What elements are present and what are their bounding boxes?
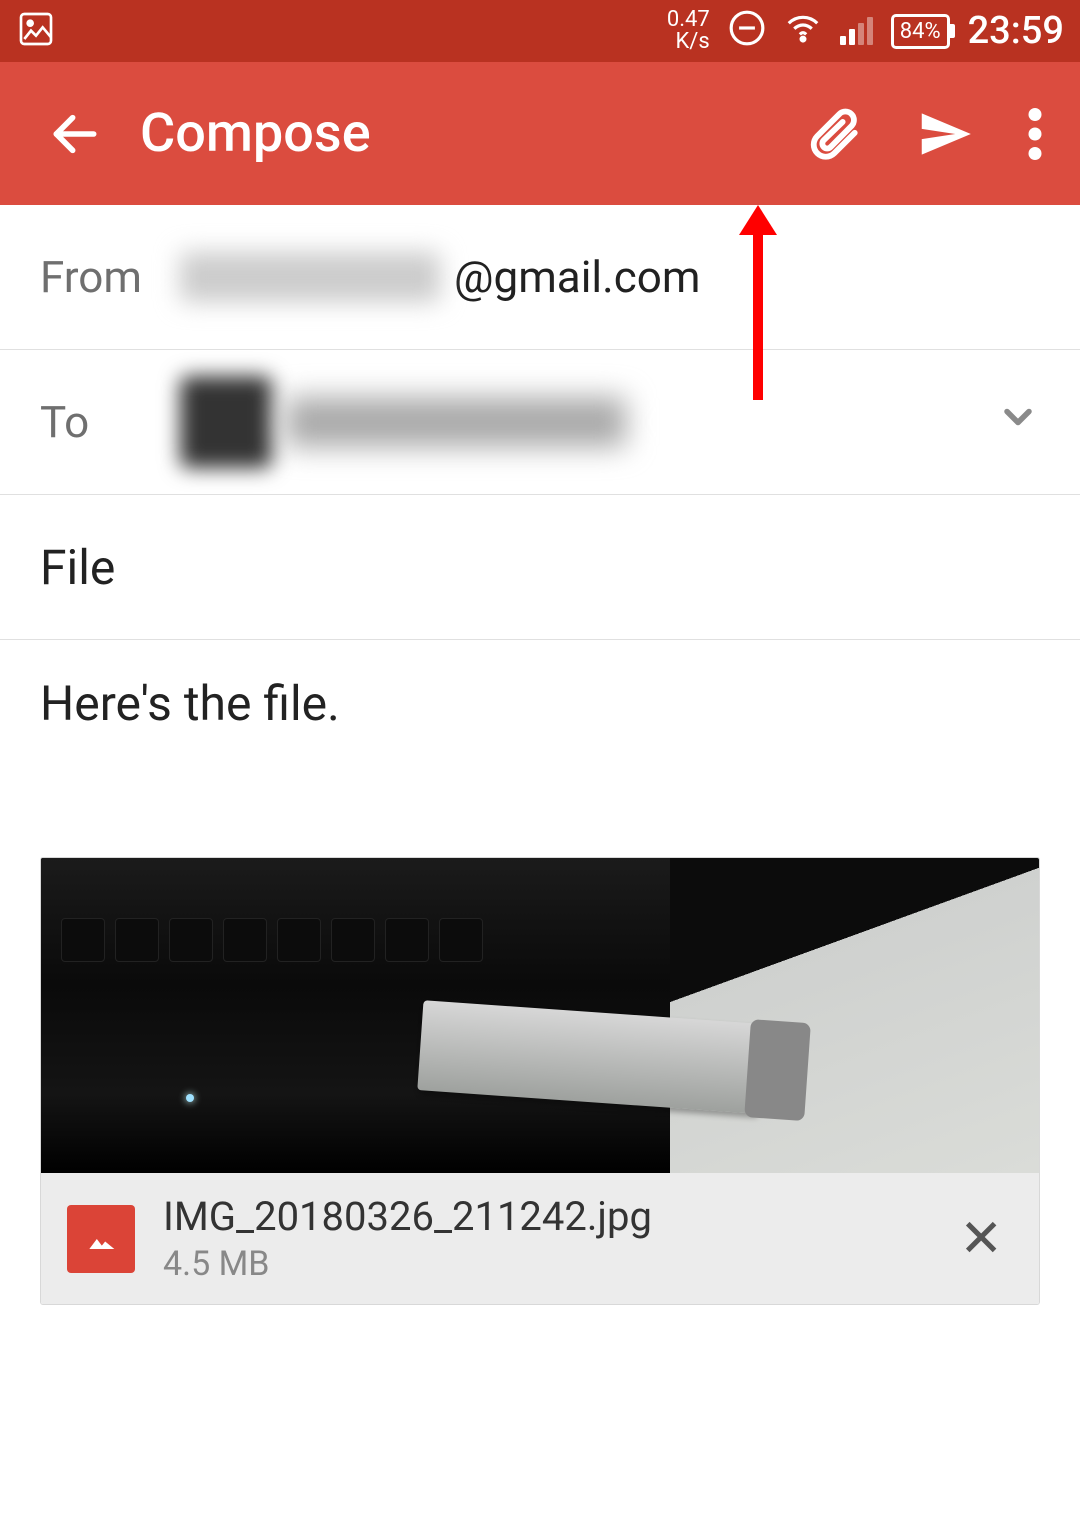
from-user-redacted <box>180 252 440 302</box>
send-button[interactable] <box>914 103 976 165</box>
net-speed-unit: K/s <box>667 31 710 53</box>
image-notification-icon <box>16 9 56 53</box>
status-bar: 0.47 K/s 84% 23:59 <box>0 0 1080 62</box>
attachment-filename: IMG_20180326_211242.jpg <box>163 1193 921 1240</box>
dnd-icon <box>728 9 766 54</box>
from-row[interactable]: From @gmail.com <box>0 205 1080 350</box>
attachment-size: 4.5 MB <box>163 1244 921 1284</box>
attach-button[interactable] <box>804 105 862 163</box>
recipient-avatar-redacted <box>180 376 272 468</box>
battery-level: 84% <box>900 19 941 44</box>
body-field[interactable]: Here's the file. <box>0 640 1080 767</box>
recipient-name-redacted <box>286 397 626 447</box>
wifi-icon <box>784 9 822 54</box>
back-button[interactable] <box>20 106 130 162</box>
to-label: To <box>40 396 180 448</box>
remove-attachment-button[interactable]: ✕ <box>949 1208 1013 1269</box>
from-domain: @gmail.com <box>454 251 700 303</box>
to-row[interactable]: To <box>0 350 1080 495</box>
subject-field[interactable]: File <box>0 495 1080 640</box>
attachment-thumbnail <box>41 858 1039 1173</box>
subject-text: File <box>40 539 115 596</box>
expand-recipients-icon[interactable] <box>996 395 1040 450</box>
page-title: Compose <box>140 102 804 165</box>
attachment-card[interactable]: IMG_20180326_211242.jpg 4.5 MB ✕ <box>40 857 1040 1305</box>
battery-icon: 84% <box>891 14 950 49</box>
body-text: Here's the file. <box>40 675 340 732</box>
clock-time: 23:59 <box>968 9 1064 53</box>
from-label: From <box>40 251 180 303</box>
net-speed-value: 0.47 <box>667 9 710 31</box>
app-bar: Compose <box>0 62 1080 205</box>
network-speed: 0.47 K/s <box>667 9 710 53</box>
more-menu-button[interactable] <box>1028 108 1042 160</box>
photos-app-icon <box>67 1205 135 1273</box>
signal-icon <box>840 17 873 45</box>
